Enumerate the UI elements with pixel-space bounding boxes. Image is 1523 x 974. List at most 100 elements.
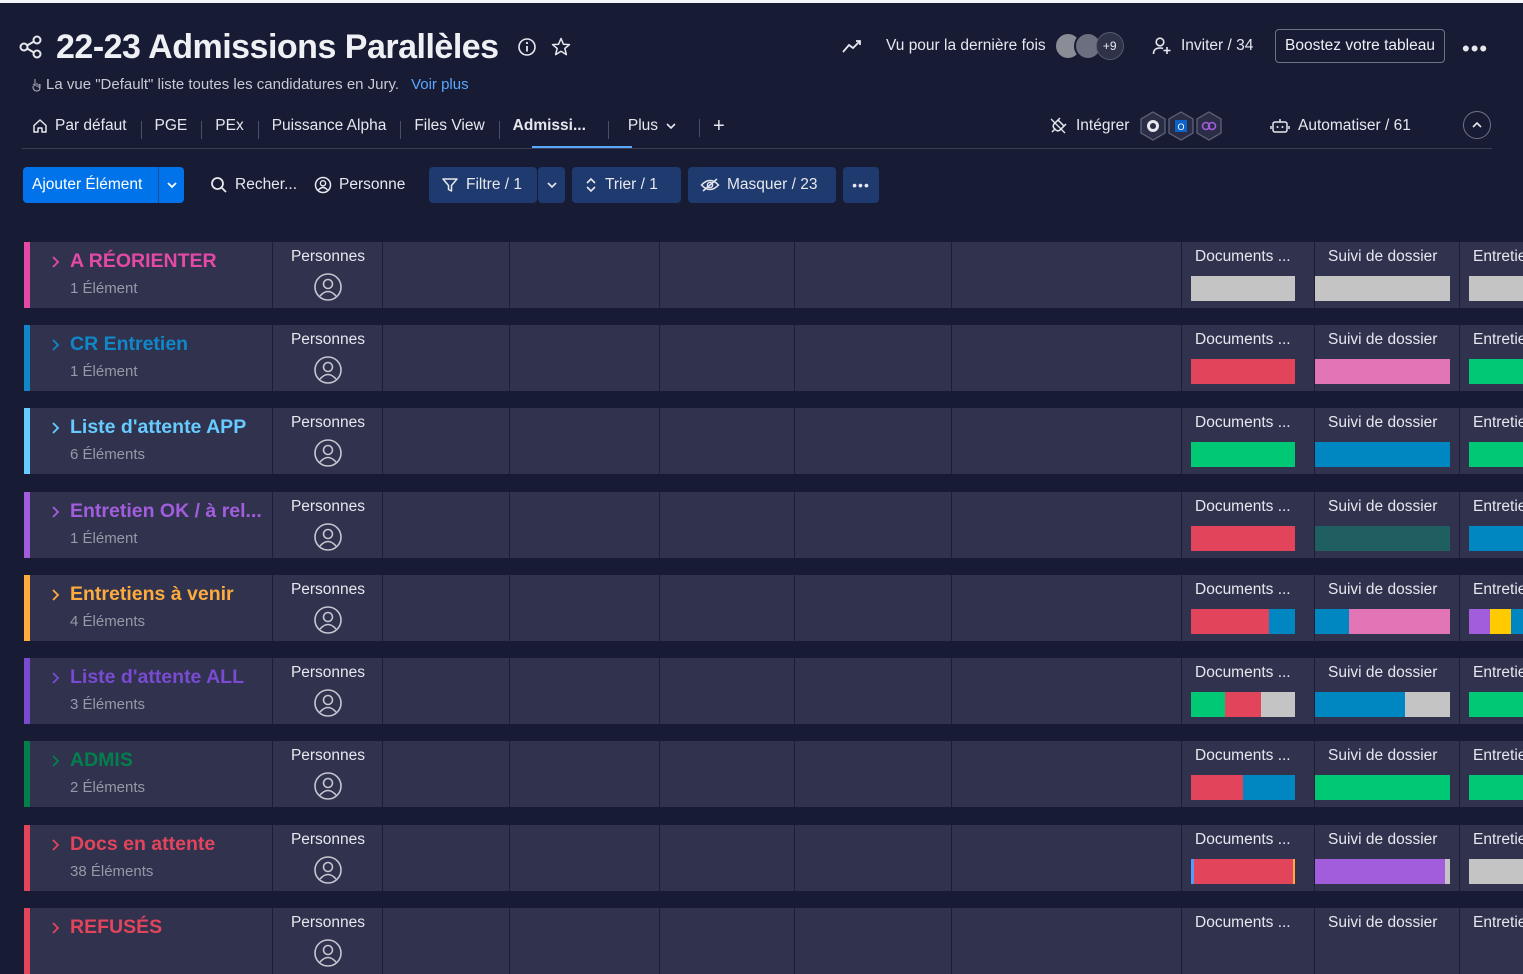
activity-area[interactable]: Vu pour la dernière fois +9 [842, 30, 1124, 62]
more-options-icon[interactable]: ••• [1462, 36, 1488, 62]
page-title[interactable]: 22-23 Admissions Parallèles [56, 28, 499, 67]
boost-board-button[interactable]: Boostez votre tableau [1275, 29, 1445, 63]
documents-status-summary[interactable] [1191, 692, 1295, 717]
column-header-interview: Entretie [1473, 498, 1523, 515]
tab-puissance-alpha[interactable]: Puissance Alpha [257, 117, 401, 139]
tracking-status-summary[interactable] [1315, 609, 1450, 634]
tab-pex[interactable]: PEx [201, 117, 257, 139]
tracking-status-summary[interactable] [1315, 442, 1450, 467]
chevron-right-icon[interactable] [48, 505, 62, 519]
chevron-right-icon[interactable] [48, 588, 62, 602]
tracking-status-summary[interactable] [1315, 276, 1450, 301]
group-header[interactable]: ADMIS 2 Éléments [30, 741, 272, 807]
interview-status-summary[interactable] [1469, 359, 1523, 384]
see-more-link[interactable]: Voir plus [411, 76, 469, 93]
add-item-dropdown[interactable] [159, 179, 184, 191]
sort-button[interactable]: Trier / 1 [572, 167, 681, 203]
persons-column[interactable]: Personnes [272, 492, 383, 558]
board-title-row: 22-23 Admissions Parallèles [18, 28, 571, 66]
group-header[interactable]: Entretien OK / à rel... 1 Élément [30, 492, 272, 558]
activity-icon[interactable] [842, 38, 862, 54]
group-header[interactable]: REFUSÉS [30, 908, 272, 974]
hide-columns-button[interactable]: Masquer / 23 [688, 167, 836, 203]
group-header[interactable]: Entretiens à venir 4 Éléments [30, 575, 272, 641]
chevron-right-icon[interactable] [48, 921, 62, 935]
persons-column[interactable]: Personnes [272, 908, 383, 974]
add-view-button[interactable]: + [699, 115, 739, 138]
chevron-right-icon[interactable] [48, 338, 62, 352]
documents-column[interactable]: Documents ... [1181, 908, 1315, 974]
documents-status-summary[interactable] [1191, 442, 1295, 467]
persons-column[interactable]: Personnes [272, 242, 383, 308]
persons-column[interactable]: Personnes [272, 325, 383, 391]
collapse-header-button[interactable] [1463, 111, 1491, 139]
persons-column[interactable]: Personnes [272, 658, 383, 724]
info-icon[interactable] [517, 37, 537, 57]
avatars-more-count: +9 [1095, 32, 1124, 60]
group-name[interactable]: Docs en attente [70, 833, 215, 856]
search-button[interactable]: Recher... [210, 167, 297, 203]
board-group: A RÉORIENTER 1 Élément Personnes Documents … [24, 242, 1523, 308]
group-name[interactable]: CR Entretien [70, 333, 188, 356]
group-name[interactable]: A RÉORIENTER [70, 250, 217, 273]
tracking-status-summary[interactable] [1315, 775, 1450, 800]
tab-files-view[interactable]: Files View [400, 117, 498, 139]
chevron-right-icon[interactable] [48, 754, 62, 768]
interview-status-summary[interactable] [1469, 859, 1523, 884]
tab-pge[interactable]: PGE [140, 117, 202, 139]
interview-status-summary[interactable] [1469, 526, 1523, 551]
documents-status-summary[interactable] [1191, 859, 1295, 884]
tab-admissions[interactable]: Admissi... [498, 117, 608, 139]
automate-button[interactable]: Automatiser / 61 [1270, 110, 1411, 142]
group-header[interactable]: Docs en attente 38 Éléments [30, 825, 272, 891]
person-filter-button[interactable]: Personne [314, 167, 405, 203]
persons-column[interactable]: Personnes [272, 575, 383, 641]
interview-status-summary[interactable] [1469, 775, 1523, 800]
group-name[interactable]: Liste d'attente ALL [70, 666, 244, 689]
toolbar-more-button[interactable]: ••• [843, 167, 879, 203]
tracking-column[interactable]: Suivi de dossier [1314, 908, 1460, 974]
group-name[interactable]: Liste d'attente APP [70, 416, 246, 439]
empty-column [382, 242, 510, 308]
group-name[interactable]: REFUSÉS [70, 916, 162, 939]
last-seen-label[interactable]: Vu pour la dernière fois [886, 37, 1046, 55]
group-header[interactable]: Liste d'attente APP 6 Éléments [30, 408, 272, 474]
group-name[interactable]: Entretiens à venir [70, 583, 234, 606]
tracking-status-summary[interactable] [1315, 526, 1450, 551]
group-name[interactable]: ADMIS [70, 749, 133, 772]
tab-default[interactable]: Par défaut [32, 117, 141, 135]
tracking-status-summary[interactable] [1315, 692, 1450, 717]
chevron-right-icon[interactable] [48, 838, 62, 852]
interview-status-summary[interactable] [1469, 609, 1523, 634]
persons-column[interactable]: Personnes [272, 741, 383, 807]
chevron-right-icon[interactable] [48, 421, 62, 435]
share-icon[interactable] [18, 34, 44, 60]
interview-status-summary[interactable] [1469, 276, 1523, 301]
tracking-status-summary[interactable] [1315, 859, 1450, 884]
persons-column[interactable]: Personnes [272, 825, 383, 891]
documents-status-summary[interactable] [1191, 609, 1295, 634]
interview-status-summary[interactable] [1469, 692, 1523, 717]
documents-status-summary[interactable] [1191, 775, 1295, 800]
chevron-right-icon[interactable] [48, 255, 62, 269]
tracking-status-summary[interactable] [1315, 359, 1450, 384]
documents-status-summary[interactable] [1191, 276, 1295, 301]
integrate-button[interactable]: Intégrer O [1048, 110, 1223, 142]
group-name[interactable]: Entretien OK / à rel... [70, 500, 262, 523]
chevron-right-icon[interactable] [48, 671, 62, 685]
documents-status-summary[interactable] [1191, 526, 1295, 551]
interview-status-summary[interactable] [1469, 442, 1523, 467]
filter-dropdown[interactable] [538, 167, 565, 203]
filter-button[interactable]: Filtre / 1 [429, 167, 537, 203]
add-item-button[interactable]: Ajouter Élément [23, 167, 184, 203]
invite-button[interactable]: Inviter / 34 [1152, 30, 1253, 62]
tab-more[interactable]: Plus [607, 117, 699, 139]
documents-status-summary[interactable] [1191, 359, 1295, 384]
group-header[interactable]: Liste d'attente ALL 3 Éléments [30, 658, 272, 724]
star-icon[interactable] [551, 37, 571, 57]
group-header[interactable]: CR Entretien 1 Élément [30, 325, 272, 391]
viewers-avatars[interactable]: +9 [1053, 32, 1124, 60]
persons-column[interactable]: Personnes [272, 408, 383, 474]
group-header[interactable]: A RÉORIENTER 1 Élément [30, 242, 272, 308]
interview-column[interactable]: Entretie [1459, 908, 1523, 974]
